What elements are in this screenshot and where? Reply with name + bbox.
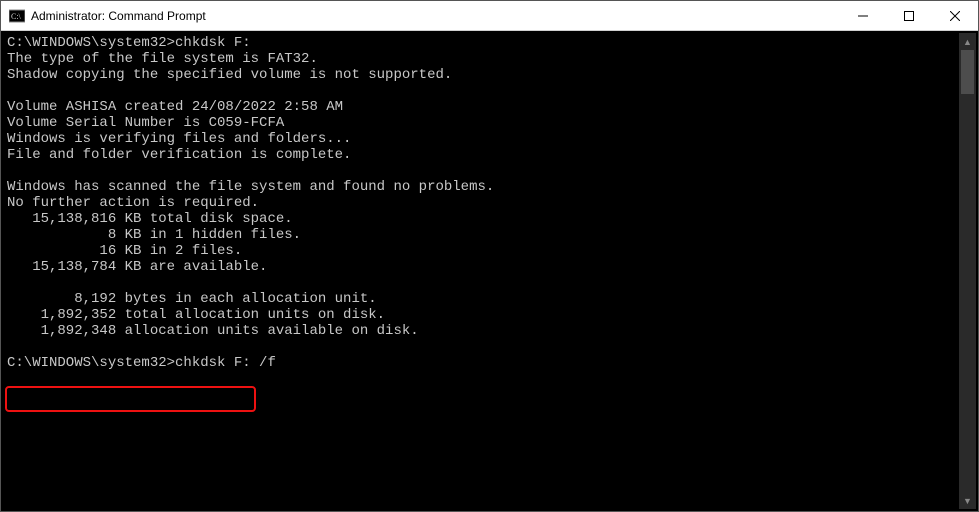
vertical-scrollbar[interactable]: ▲ ▼ [959,33,976,509]
cmd-window: C:\ Administrator: Command Prompt C:\WIN… [0,0,979,512]
terminal-area: C:\WINDOWS\system32>chkdsk F:The type of… [1,31,978,511]
output-line: The type of the file system is FAT32. [7,51,955,67]
output-line [7,163,955,179]
output-line [7,83,955,99]
output-line [7,275,955,291]
scroll-down-arrow-icon[interactable]: ▼ [959,492,976,509]
close-button[interactable] [932,1,978,31]
output-line: 15,138,784 KB are available. [7,259,955,275]
cmd-icon: C:\ [9,8,25,24]
output-line: Volume Serial Number is C059-FCFA [7,115,955,131]
output-line [7,339,955,355]
output-line: File and folder verification is complete… [7,147,955,163]
output-line: 1,892,352 total allocation units on disk… [7,307,955,323]
titlebar[interactable]: C:\ Administrator: Command Prompt [1,1,978,31]
output-line: 8,192 bytes in each allocation unit. [7,291,955,307]
output-line: 16 KB in 2 files. [7,243,955,259]
output-line: 8 KB in 1 hidden files. [7,227,955,243]
output-line: 15,138,816 KB total disk space. [7,211,955,227]
maximize-button[interactable] [886,1,932,31]
terminal-output[interactable]: C:\WINDOWS\system32>chkdsk F:The type of… [3,33,959,509]
output-line: Windows is verifying files and folders..… [7,131,955,147]
svg-text:C:\: C:\ [11,12,22,21]
output-line: Shadow copying the specified volume is n… [7,67,955,83]
output-line: Windows has scanned the file system and … [7,179,955,195]
output-line: Volume ASHISA created 24/08/2022 2:58 AM [7,99,955,115]
output-line: 1,892,348 allocation units available on … [7,323,955,339]
cmd-line-1: C:\WINDOWS\system32>chkdsk F: [7,35,955,51]
minimize-button[interactable] [840,1,886,31]
scroll-up-arrow-icon[interactable]: ▲ [959,33,976,50]
window-title: Administrator: Command Prompt [31,9,840,23]
output-line: No further action is required. [7,195,955,211]
cmd-line-2: C:\WINDOWS\system32>chkdsk F: /f [7,355,955,371]
scroll-thumb[interactable] [961,50,974,94]
